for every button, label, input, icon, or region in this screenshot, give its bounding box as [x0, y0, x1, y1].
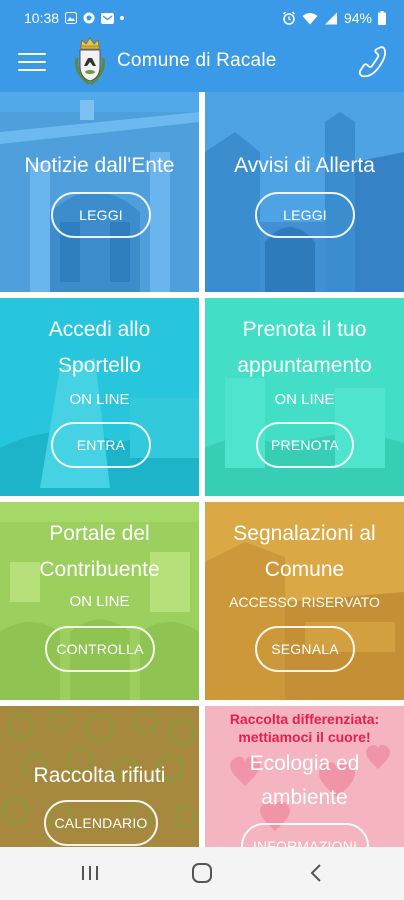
tile-notizie[interactable]: Notizie dall'Ente LEGGI [0, 92, 199, 292]
ecology-banner: Raccolta differenziata: mettiamoci il cu… [205, 710, 404, 746]
home-tile-grid: Notizie dall'Ente LEGGI Avvisi di Allert… [0, 92, 404, 847]
tile-prenota[interactable]: Prenota il tuo appuntamento ON LINE PREN… [205, 298, 404, 496]
alarm-icon [282, 11, 296, 25]
sync-notification-icon [83, 12, 95, 24]
ecology-banner-line2: mettiamoci il cuore! [238, 729, 371, 745]
tile-contribuente[interactable]: Portale del Contribuente ON LINE CONTROL… [0, 502, 199, 700]
tile-subtitle: ON LINE [274, 391, 335, 408]
tile-subtitle: ON LINE [69, 391, 130, 408]
calendario-button[interactable]: CALENDARIO [44, 800, 158, 846]
tile-ecologia[interactable]: Raccolta differenziata: mettiamoci il cu… [205, 706, 404, 847]
wifi-icon [302, 12, 318, 25]
tile-title-line2: Comune [264, 558, 345, 581]
tile-title-line2: Contribuente [39, 558, 160, 581]
recent-apps-icon[interactable] [70, 859, 110, 887]
mail-notification-icon [101, 12, 115, 24]
system-navigation-bar [0, 847, 404, 900]
tile-title: Raccolta rifiuti [33, 764, 166, 787]
tile-title: Portale del [49, 522, 150, 545]
tile-title: Ecologia ed [249, 752, 360, 775]
tile-avvisi[interactable]: Avvisi di Allerta LEGGI [205, 92, 404, 292]
tile-segnalazioni[interactable]: Segnalazioni al Comune ACCESSO RISERVATO… [205, 502, 404, 700]
tile-title: Segnalazioni al [233, 522, 376, 545]
coat-of-arms-logo [70, 36, 110, 90]
ecology-banner-line1: Raccolta differenziata: [229, 711, 380, 727]
status-right: 94% [282, 10, 386, 26]
signal-icon [324, 12, 338, 25]
status-bar: 10:38 94% [0, 0, 404, 36]
tile-title-line2: ambiente [261, 786, 348, 809]
tile-title-line2: appuntamento [237, 354, 372, 377]
tile-title: Prenota il tuo [242, 318, 367, 341]
battery-icon [378, 11, 386, 25]
tile-title-line2: Sportello [58, 354, 141, 377]
tile-raccolta-rifiuti[interactable]: Raccolta rifiuti CALENDARIO [0, 706, 199, 847]
status-time: 10:38 [24, 10, 60, 26]
tile-subtitle: ACCESSO RISERVATO [229, 594, 380, 610]
more-notifications-dot-icon [120, 16, 125, 20]
gallery-notification-icon [65, 12, 78, 24]
controlla-button[interactable]: CONTROLLA [45, 626, 155, 672]
app-title: Comune di Racale [117, 50, 277, 71]
back-icon[interactable] [296, 859, 336, 887]
segnala-button[interactable]: SEGNALA [255, 626, 355, 672]
status-left: 10:38 [24, 10, 125, 26]
informazioni-button[interactable]: INFORMAZIONI [241, 823, 369, 847]
tile-title: Notizie dall'Ente [24, 154, 175, 177]
leggi-news-button[interactable]: LEGGI [51, 192, 151, 238]
tile-sportello[interactable]: Accedi allo Sportello ON LINE ENTRA [0, 298, 199, 496]
battery-percent: 94% [343, 10, 372, 26]
tile-title: Avvisi di Allerta [234, 154, 375, 177]
home-icon[interactable] [182, 859, 222, 887]
hamburger-menu-icon[interactable] [18, 51, 46, 73]
tile-subtitle: ON LINE [69, 593, 130, 610]
prenota-button[interactable]: PRENOTA [256, 422, 354, 468]
app-bar: Comune di Racale [0, 36, 404, 92]
phone-icon[interactable] [356, 46, 388, 80]
leggi-alerts-button[interactable]: LEGGI [255, 192, 355, 238]
entra-button[interactable]: ENTRA [51, 422, 151, 468]
tile-title: Accedi allo [48, 318, 151, 341]
